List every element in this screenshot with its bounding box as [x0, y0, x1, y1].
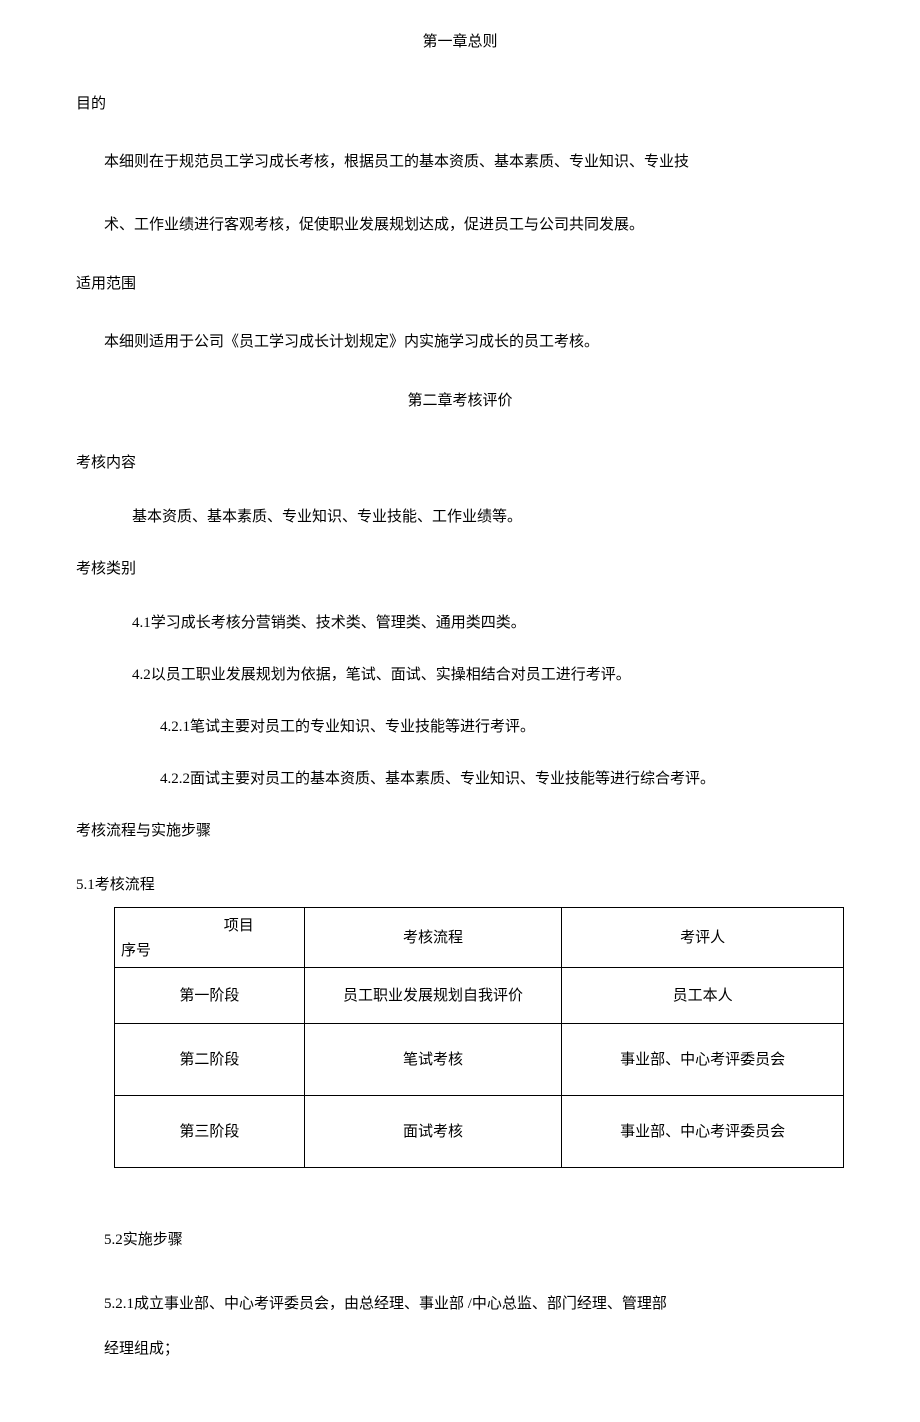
cell-process: 员工职业发展规划自我评价	[304, 968, 562, 1024]
cell-reviewer: 事业部、中心考评委员会	[562, 1024, 844, 1096]
section-purpose-label: 目的	[76, 92, 844, 116]
cell-stage: 第二阶段	[115, 1024, 305, 1096]
cell-process: 面试考核	[304, 1096, 562, 1168]
item-4-1: 4.1学习成长考核分营销类、技术类、管理类、通用类四类。	[132, 611, 844, 635]
table-header-reviewer: 考评人	[562, 908, 844, 968]
purpose-line-2: 术、工作业绩进行客观考核，促使职业发展规划达成，促进员工与公司共同发展。	[104, 209, 844, 242]
table-header-diagonal: 项目 序号	[115, 908, 305, 968]
section-process-label: 考核流程与实施步骤	[76, 819, 844, 843]
item-4-2-2: 4.2.2面试主要对员工的基本资质、基本素质、专业知识、专业技能等进行综合考评。	[160, 767, 844, 791]
diag-top-label: 项目	[224, 914, 254, 938]
item-5-2-1-line-b: 经理组成；	[104, 1327, 844, 1372]
cell-stage: 第一阶段	[115, 968, 305, 1024]
scope-line-1: 本细则适用于公司《员工学习成长计划规定》内实施学习成长的员工考核。	[104, 326, 844, 359]
section-content-label: 考核内容	[76, 451, 844, 475]
item-5-2-1-line-a: 5.2.1成立事业部、中心考评委员会，由总经理、事业部 /中心总监、部门经理、管…	[104, 1282, 844, 1327]
purpose-line-1: 本细则在于规范员工学习成长考核，根据员工的基本资质、基本素质、专业知识、专业技	[104, 146, 844, 179]
table-row: 第三阶段 面试考核 事业部、中心考评委员会	[115, 1096, 844, 1168]
item-5-1-label: 5.1考核流程	[76, 873, 844, 897]
item-5-2-label: 5.2实施步骤	[104, 1228, 844, 1252]
table-row: 第一阶段 员工职业发展规划自我评价 员工本人	[115, 968, 844, 1024]
table-header-process: 考核流程	[304, 908, 562, 968]
item-4-2: 4.2以员工职业发展规划为依据，笔试、面试、实操相结合对员工进行考评。	[132, 663, 844, 687]
cell-stage: 第三阶段	[115, 1096, 305, 1168]
content-line-1: 基本资质、基本素质、专业知识、专业技能、工作业绩等。	[132, 505, 844, 529]
item-4-2-1: 4.2.1笔试主要对员工的专业知识、专业技能等进行考评。	[160, 715, 844, 739]
diag-bottom-label: 序号	[121, 939, 151, 963]
cell-process: 笔试考核	[304, 1024, 562, 1096]
section-category-label: 考核类别	[76, 557, 844, 581]
section-scope-label: 适用范围	[76, 272, 844, 296]
chapter-1-title: 第一章总则	[76, 30, 844, 54]
process-table: 项目 序号 考核流程 考评人 第一阶段 员工职业发展规划自我评价 员工本人 第二…	[114, 907, 844, 1168]
cell-reviewer: 员工本人	[562, 968, 844, 1024]
cell-reviewer: 事业部、中心考评委员会	[562, 1096, 844, 1168]
table-row: 第二阶段 笔试考核 事业部、中心考评委员会	[115, 1024, 844, 1096]
chapter-2-title: 第二章考核评价	[76, 389, 844, 413]
